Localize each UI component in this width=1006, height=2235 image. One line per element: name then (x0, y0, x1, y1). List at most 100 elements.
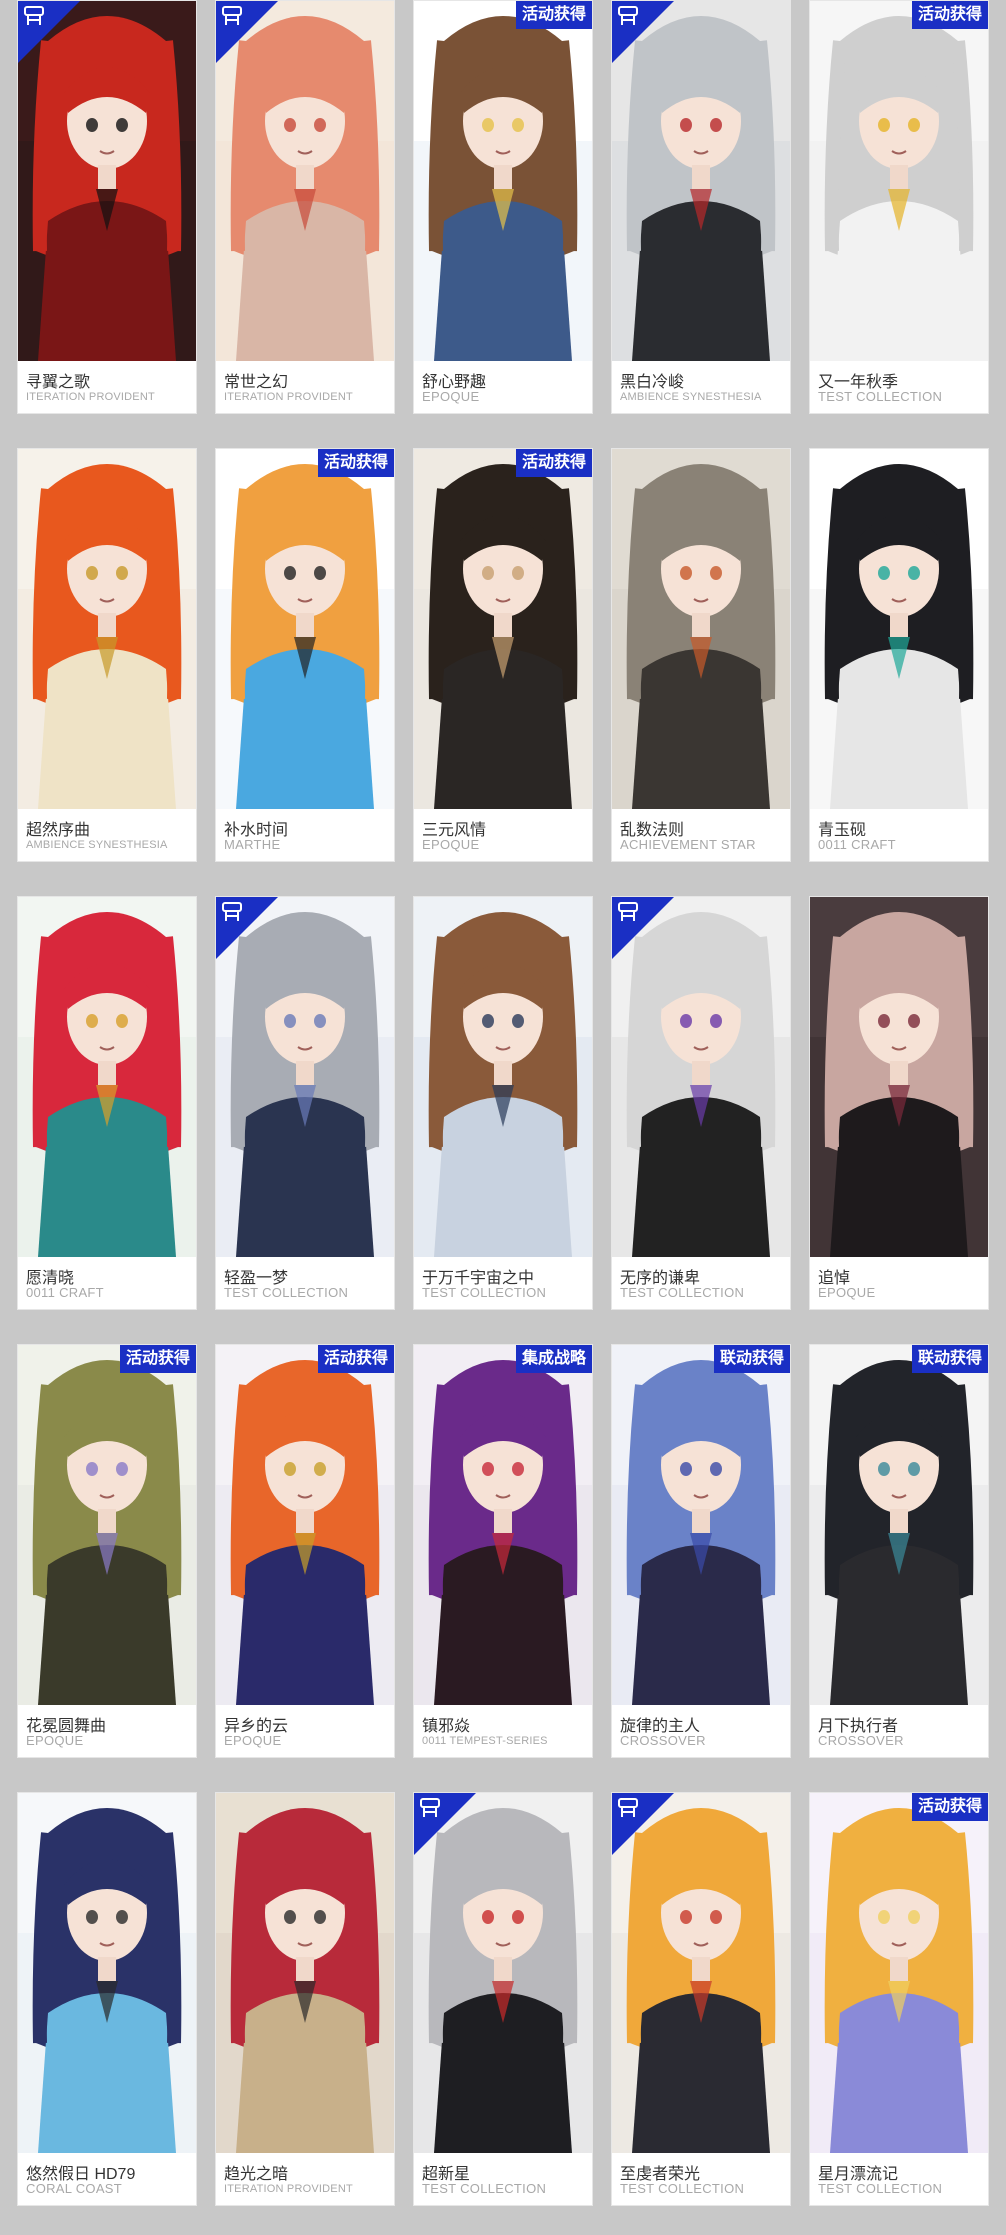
skin-artwork (216, 1345, 394, 1705)
skin-caption: 轻盈一梦 TEST COLLECTION (216, 1257, 394, 1309)
skin-caption: 悠然假日 HD79 CORAL COAST (18, 2153, 196, 2205)
skin-caption: 于万千宇宙之中 TEST COLLECTION (414, 1257, 592, 1309)
skin-series: TEST COLLECTION (818, 389, 943, 404)
skin-card[interactable]: 趋光之暗 ITERATION PROVIDENT (215, 1792, 395, 2206)
skin-series: 0011 CRAFT (818, 837, 896, 852)
acquisition-badge: 活动获得 (317, 449, 394, 477)
acquisition-badge: 活动获得 (911, 1793, 988, 1821)
acquisition-badge: 活动获得 (911, 1, 988, 29)
skin-card[interactable]: 超新星 TEST COLLECTION (413, 1792, 593, 2206)
skin-caption: 乱数法则 ACHIEVEMENT STAR (612, 809, 790, 861)
premium-emblem-icon (220, 901, 244, 925)
skin-series: CORAL COAST (26, 2181, 123, 2196)
skin-caption: 趋光之暗 ITERATION PROVIDENT (216, 2153, 394, 2205)
skin-card[interactable]: 寻翼之歌 ITERATION PROVIDENT (17, 0, 197, 414)
skin-card[interactable]: 常世之幻 ITERATION PROVIDENT (215, 0, 395, 414)
skin-artwork (414, 1345, 592, 1705)
skin-card[interactable]: 活动获得星月漂流记 TEST COLLECTION (809, 1792, 989, 2206)
skin-artwork (18, 449, 196, 809)
skin-caption: 月下执行者 CROSSOVER (810, 1705, 988, 1757)
skin-caption: 愿清晓 0011 CRAFT (18, 1257, 196, 1309)
skin-name: 超然序曲 (26, 822, 91, 839)
skin-series: TEST COLLECTION (422, 1285, 547, 1300)
skin-caption: 寻翼之歌 ITERATION PROVIDENT (18, 361, 196, 413)
acquisition-badge: 联动获得 (713, 1345, 790, 1373)
skin-caption: 无序的谦卑 TEST COLLECTION (612, 1257, 790, 1309)
skin-card[interactable]: 轻盈一梦 TEST COLLECTION (215, 896, 395, 1310)
skin-series: AMBIENCE SYNESTHESIA (620, 391, 762, 403)
skin-name: 趋光之暗 (224, 2166, 289, 2183)
skin-artwork (414, 897, 592, 1257)
skin-series: ACHIEVEMENT STAR (620, 837, 756, 852)
skin-caption: 至虔者荣光 TEST COLLECTION (612, 2153, 790, 2205)
skin-card[interactable]: 悠然假日 HD79 CORAL COAST (17, 1792, 197, 2206)
skin-series: CROSSOVER (818, 1733, 904, 1748)
skin-caption: 旋律的主人 CROSSOVER (612, 1705, 790, 1757)
skin-series: ITERATION PROVIDENT (26, 391, 155, 403)
premium-emblem-icon (616, 1797, 640, 1821)
premium-emblem-icon (22, 5, 46, 29)
skin-caption: 星月漂流记 TEST COLLECTION (810, 2153, 988, 2205)
skin-card[interactable]: 至虔者荣光 TEST COLLECTION (611, 1792, 791, 2206)
skin-card[interactable]: 愿清晓 0011 CRAFT (17, 896, 197, 1310)
skin-name: 寻翼之歌 (26, 374, 91, 391)
skin-card[interactable]: 追悼 EPOQUE (809, 896, 989, 1310)
skin-series: EPOQUE (422, 837, 480, 852)
skin-card[interactable]: 集成战略镇邪焱 0011 TEMPEST-SERIES (413, 1344, 593, 1758)
skin-artwork (216, 449, 394, 809)
skin-series: EPOQUE (818, 1285, 876, 1300)
skin-caption: 三元风情 EPOQUE (414, 809, 592, 861)
skin-caption: 青玉砚 0011 CRAFT (810, 809, 988, 861)
skin-card[interactable]: 于万千宇宙之中 TEST COLLECTION (413, 896, 593, 1310)
skin-card[interactable]: 活动获得舒心野趣 EPOQUE (413, 0, 593, 414)
acquisition-badge: 联动获得 (911, 1345, 988, 1373)
skin-artwork (216, 1793, 394, 2153)
skin-caption: 舒心野趣 EPOQUE (414, 361, 592, 413)
skin-card[interactable]: 活动获得补水时间 MARTHE (215, 448, 395, 862)
skin-series: EPOQUE (26, 1733, 84, 1748)
acquisition-badge: 集成战略 (515, 1345, 592, 1373)
skin-series: TEST COLLECTION (224, 1285, 349, 1300)
skin-card[interactable]: 联动获得月下执行者 CROSSOVER (809, 1344, 989, 1758)
skin-card[interactable]: 联动获得旋律的主人 CROSSOVER (611, 1344, 791, 1758)
skin-caption: 花冕圆舞曲 EPOQUE (18, 1705, 196, 1757)
skin-name: 黑白冷峻 (620, 374, 685, 391)
skin-artwork (18, 897, 196, 1257)
acquisition-badge: 活动获得 (515, 1, 592, 29)
skin-series: 0011 TEMPEST-SERIES (422, 1735, 548, 1747)
skin-caption: 超然序曲 AMBIENCE SYNESTHESIA (18, 809, 196, 861)
skin-card[interactable]: 活动获得 花冕圆舞曲 EPOQUE (17, 1344, 197, 1758)
premium-emblem-icon (616, 5, 640, 29)
skin-caption: 常世之幻 ITERATION PROVIDENT (216, 361, 394, 413)
skin-series: TEST COLLECTION (620, 2181, 745, 2196)
acquisition-badge: 活动获得 (317, 1345, 394, 1373)
premium-emblem-icon (616, 901, 640, 925)
skin-card[interactable]: 活动获得 三元风情 EPOQUE (413, 448, 593, 862)
skin-card[interactable]: 无序的谦卑 TEST COLLECTION (611, 896, 791, 1310)
skin-name: 镇邪焱 (422, 1718, 471, 1735)
skin-artwork (18, 1793, 196, 2153)
skin-artwork (414, 449, 592, 809)
skin-series: EPOQUE (224, 1733, 282, 1748)
premium-emblem-icon (418, 1797, 442, 1821)
skin-caption: 镇邪焱 0011 TEMPEST-SERIES (414, 1705, 592, 1757)
skin-caption: 超新星 TEST COLLECTION (414, 2153, 592, 2205)
skin-card[interactable]: 黑白冷峻 AMBIENCE SYNESTHESIA (611, 0, 791, 414)
skin-card[interactable]: 超然序曲 AMBIENCE SYNESTHESIA (17, 448, 197, 862)
skin-series: TEST COLLECTION (422, 2181, 547, 2196)
skin-name: 常世之幻 (224, 374, 289, 391)
skin-card[interactable]: 活动获得 异乡的云 EPOQUE (215, 1344, 395, 1758)
skin-artwork (612, 449, 790, 809)
skin-card[interactable]: 乱数法则 ACHIEVEMENT STAR (611, 448, 791, 862)
skin-series: 0011 CRAFT (26, 1285, 104, 1300)
skin-series: TEST COLLECTION (818, 2181, 943, 2196)
skin-card[interactable]: 活动获得 又一年秋季 TEST COLLECTION (809, 0, 989, 414)
skin-artwork (810, 1793, 988, 2153)
skin-card[interactable]: 青玉砚 0011 CRAFT (809, 448, 989, 862)
skin-series: TEST COLLECTION (620, 1285, 745, 1300)
skin-artwork (414, 1, 592, 361)
skin-artwork (612, 1345, 790, 1705)
skin-artwork (810, 1345, 988, 1705)
skin-caption: 补水时间 MARTHE (216, 809, 394, 861)
skin-series: ITERATION PROVIDENT (224, 391, 353, 403)
